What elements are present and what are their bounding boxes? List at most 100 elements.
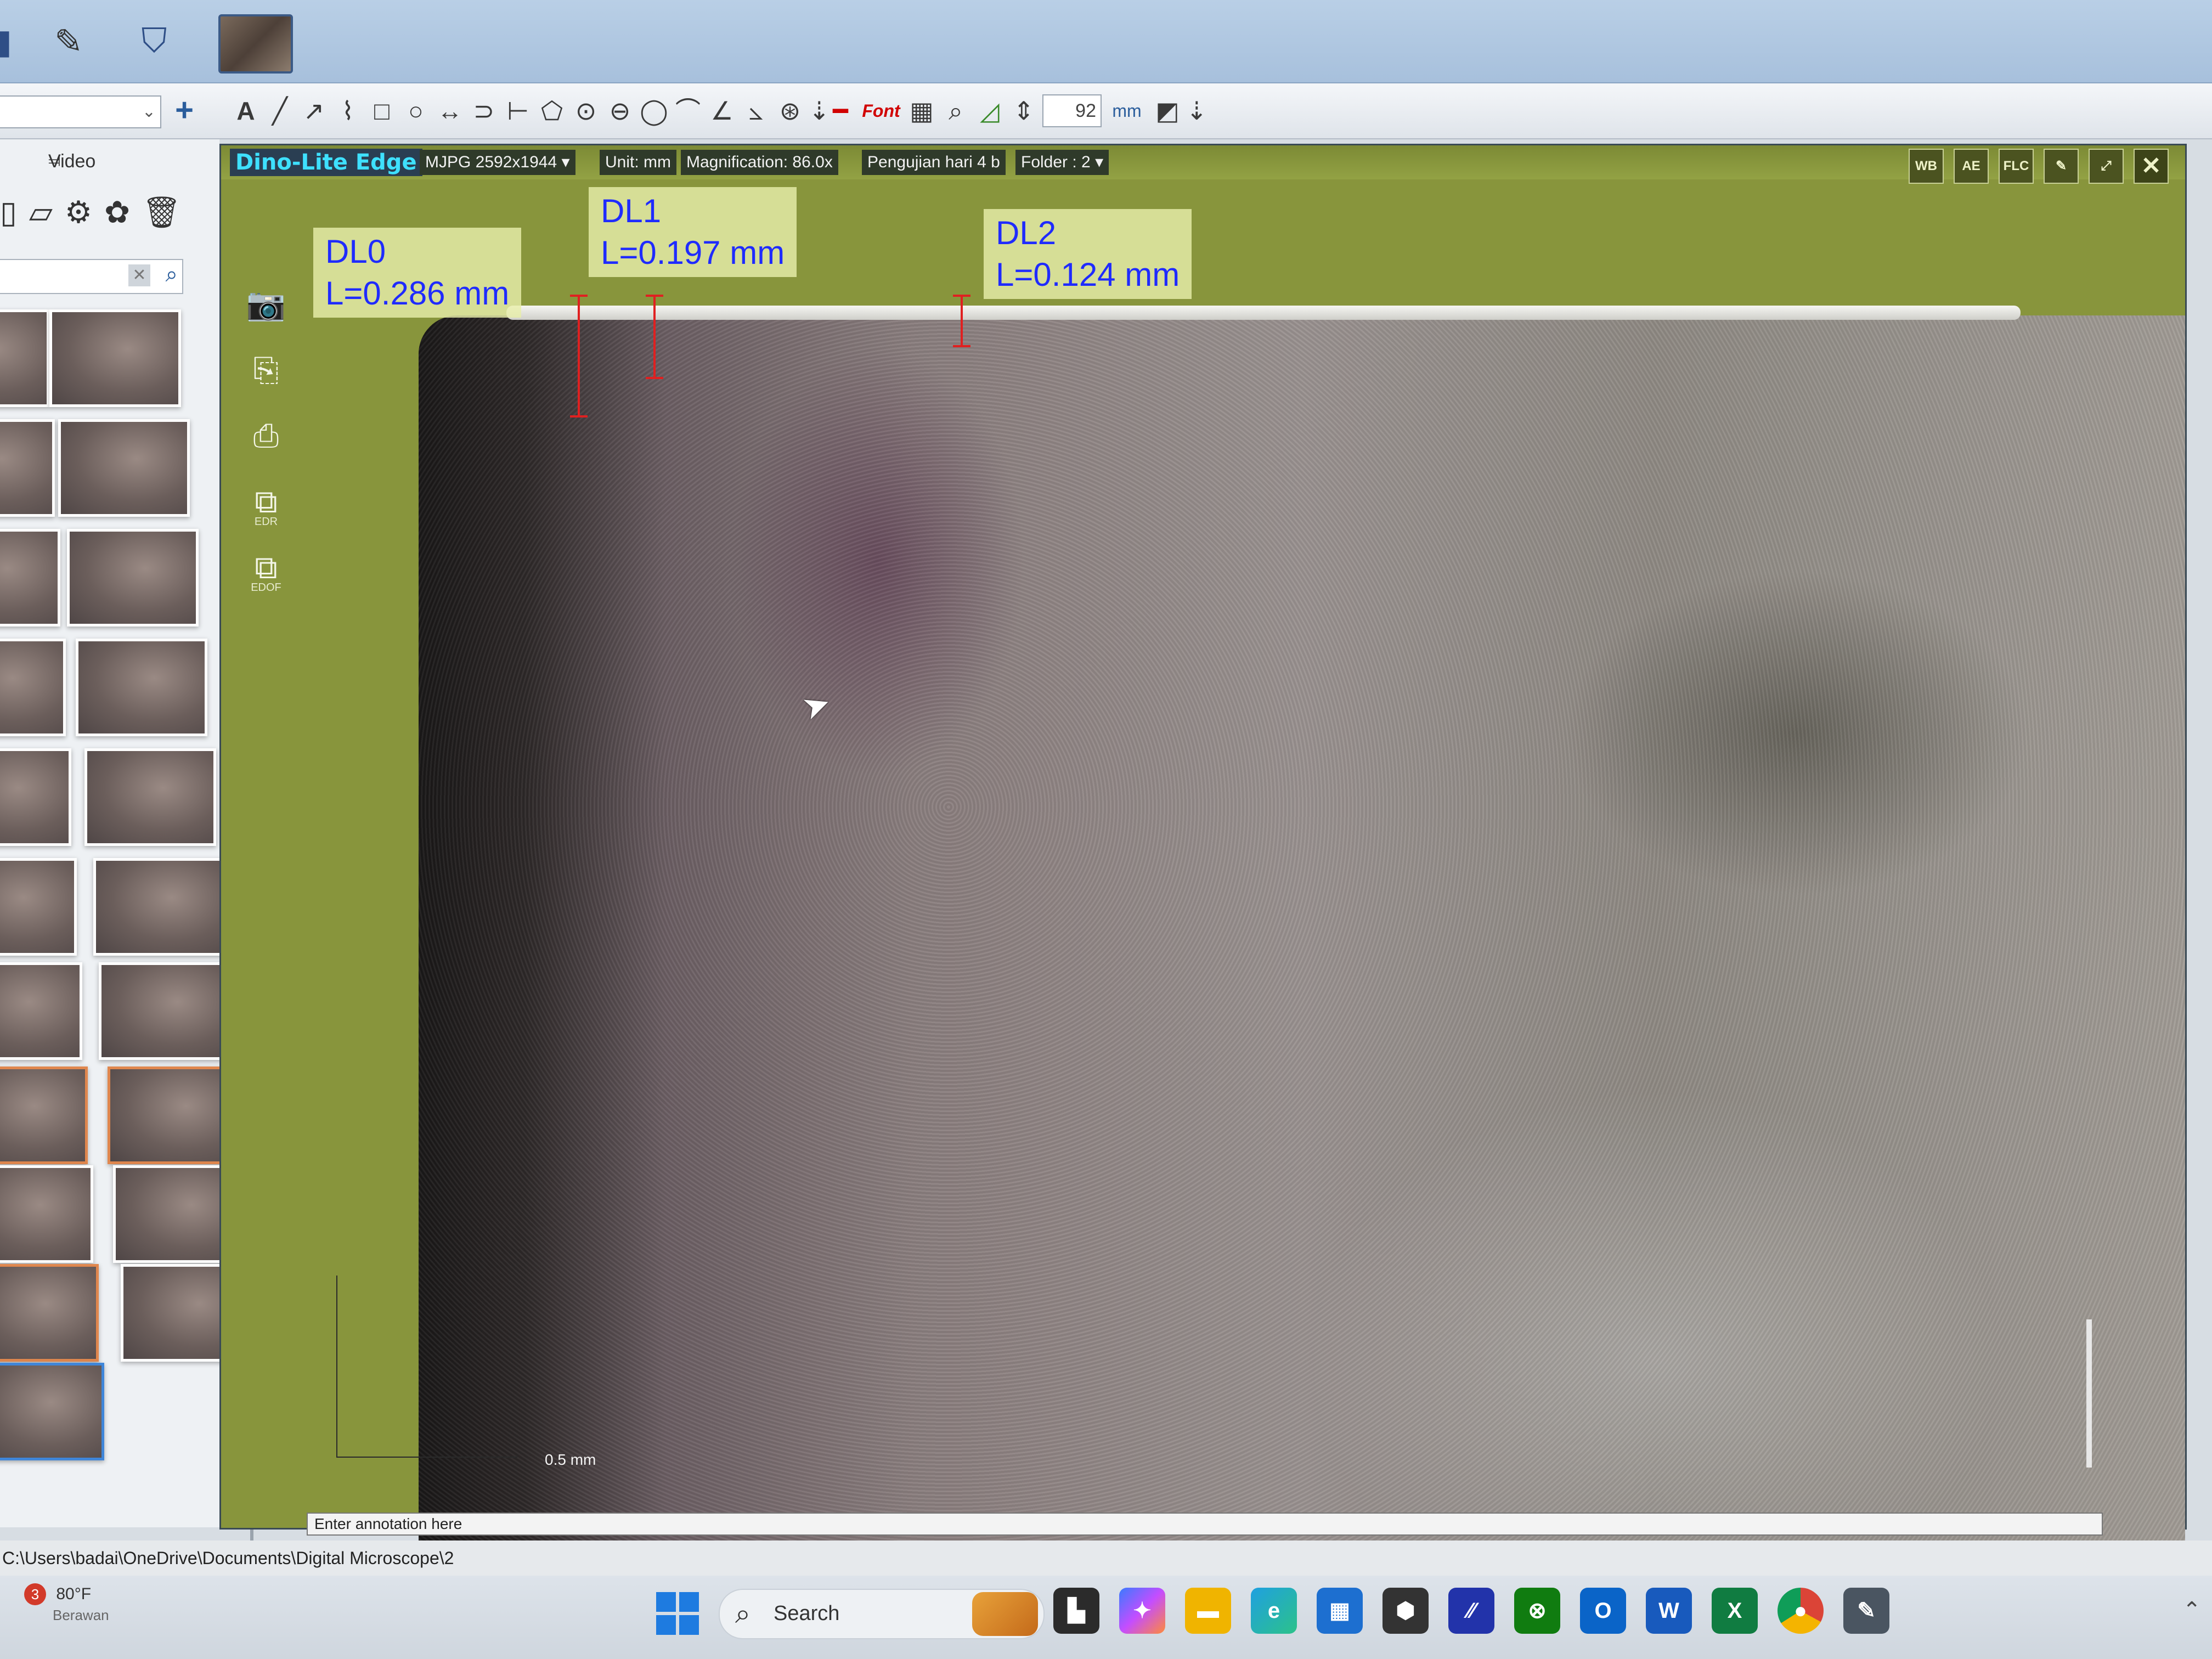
thumbnail[interactable] xyxy=(58,419,190,517)
auto-exposure-button[interactable]: AE xyxy=(1954,149,1989,184)
polyline-tool-icon[interactable]: ⌇ xyxy=(332,93,363,128)
shield-icon[interactable]: ⛉ xyxy=(129,16,179,66)
thumbnail[interactable] xyxy=(99,962,230,1060)
text-tool[interactable]: A xyxy=(230,93,261,128)
combo-select[interactable]: ⌄ xyxy=(0,95,161,128)
measurement-dl2[interactable]: DL2 L=0.124 mm xyxy=(984,209,1192,299)
thumbnail[interactable] xyxy=(93,858,225,956)
close-icon[interactable]: ✕ xyxy=(2134,149,2169,184)
arrow-tool-icon[interactable]: ↗ xyxy=(298,93,329,128)
image-thumb[interactable] xyxy=(218,14,293,74)
viewer-scrollbar[interactable] xyxy=(2086,1319,2092,1468)
measure-parallel-icon[interactable]: ⊢ xyxy=(503,93,533,128)
tray-chevron-icon[interactable]: ⌃ xyxy=(2182,1598,2201,1623)
white-balance-button[interactable]: WB xyxy=(1909,149,1944,184)
line-color-icon[interactable]: ━ xyxy=(825,93,856,128)
thumbnail[interactable] xyxy=(76,639,207,736)
thumbnail[interactable] xyxy=(84,748,216,846)
task-view-icon[interactable]: ▙ xyxy=(1053,1588,1099,1634)
annotation-input[interactable]: Enter annotation here xyxy=(307,1513,2103,1536)
edr-button[interactable]: ⧉ EDR xyxy=(244,480,288,527)
dl1-marker[interactable] xyxy=(646,295,663,379)
clear-icon[interactable]: ✕ xyxy=(128,264,150,286)
edge-icon[interactable]: e xyxy=(1251,1588,1297,1634)
folder-dropdown[interactable]: Folder : 2 ▾ xyxy=(1015,150,1109,175)
measure-angle-2-icon[interactable]: ⦣ xyxy=(741,93,771,128)
thumbnail[interactable] xyxy=(49,309,181,407)
fullscreen-icon[interactable]: ⤢ xyxy=(2089,149,2124,184)
measure-angle-icon[interactable]: ∠ xyxy=(707,93,737,128)
rectangle-tool-icon[interactable]: □ xyxy=(366,93,397,128)
chrome-icon[interactable]: ● xyxy=(1778,1588,1824,1634)
measurement-dl1[interactable]: DL1 L=0.197 mm xyxy=(589,187,797,277)
measure-center-icon[interactable]: ⊛ xyxy=(775,93,805,128)
xbox-icon[interactable]: ⊗ xyxy=(1514,1588,1560,1634)
dl0-marker[interactable] xyxy=(570,295,588,417)
measure-circle-icon[interactable]: ⊙ xyxy=(571,93,601,128)
ellipse-tool-icon[interactable]: ○ xyxy=(400,93,431,128)
thumbnail[interactable] xyxy=(0,858,77,956)
measure-polygon-icon[interactable]: ⬠ xyxy=(537,93,567,128)
measure-line-icon[interactable]: ↔ xyxy=(435,93,465,128)
camera-icon[interactable]: 📷 xyxy=(244,283,288,326)
thumbnail[interactable] xyxy=(0,962,82,1060)
measure-arc-icon[interactable]: ⌒ xyxy=(673,93,703,128)
thumbnail[interactable] xyxy=(0,1165,93,1263)
thumbnail[interactable] xyxy=(0,1066,88,1164)
taskbar-search[interactable]: ⌕ Search xyxy=(719,1589,1045,1639)
measure-polyline-icon[interactable]: ⊃ xyxy=(469,93,499,128)
line-tool-icon[interactable]: ╱ xyxy=(264,93,295,128)
unit-dropdown[interactable]: mm xyxy=(1105,93,1149,128)
timer-capture-icon[interactable]: ⎙ xyxy=(244,414,288,458)
measure-circle-2-icon[interactable]: ⊖ xyxy=(605,93,635,128)
trash-icon[interactable]: 🗑 xyxy=(142,194,181,230)
measure-circle-3-icon[interactable]: ◯ xyxy=(639,93,669,128)
weather-widget[interactable]: 3 80°F Berawan xyxy=(24,1583,109,1625)
calibrate-icon[interactable]: ◿ xyxy=(974,93,1005,128)
more-dropdown-icon[interactable]: ⇣ xyxy=(809,93,830,128)
thumbnail[interactable] xyxy=(0,639,66,736)
palette-icon[interactable]: ✿ xyxy=(104,194,130,230)
thumbnail-selected[interactable] xyxy=(0,1363,104,1460)
video-panel-header: Video ⫤ xyxy=(0,139,214,183)
app-icon[interactable]: ▮ xyxy=(0,16,27,66)
search-icon[interactable]: ⌕ xyxy=(166,262,178,287)
microscope-app-icon[interactable]: ✎ xyxy=(1843,1588,1889,1634)
copilot-icon[interactable]: ✦ xyxy=(1119,1588,1165,1634)
thumbnail[interactable] xyxy=(0,748,71,846)
wrench-icon[interactable]: ✎ xyxy=(2044,149,2079,184)
outlook-icon[interactable]: O xyxy=(1580,1588,1626,1634)
image-adjust-icon[interactable]: ◩ xyxy=(1152,93,1183,128)
zoom-icon[interactable]: ⌕ xyxy=(940,93,971,128)
add-icon[interactable]: + xyxy=(168,94,201,127)
measurement-dl0[interactable]: DL0 L=0.286 mm xyxy=(313,228,522,318)
app-blue-icon[interactable]: ⁄⁄ xyxy=(1448,1588,1494,1634)
settings-icon[interactable]: ⚙ xyxy=(65,194,92,230)
pin-icon[interactable]: ⫤ xyxy=(48,139,206,183)
spin-icon[interactable]: ⇕ xyxy=(1008,93,1039,128)
thumbnail[interactable] xyxy=(0,1264,99,1362)
start-button[interactable] xyxy=(656,1592,700,1636)
grid-icon[interactable]: ▦ xyxy=(906,93,937,128)
flc-button[interactable]: FLC xyxy=(1999,149,2034,184)
pen-icon[interactable]: ✎ xyxy=(44,16,93,66)
more-dropdown-2-icon[interactable]: ⇣ xyxy=(1186,93,1207,128)
thumbnail-search-input[interactable]: ✕ ⌕ xyxy=(0,259,183,294)
open-icon[interactable]: ▯ xyxy=(0,194,17,230)
file-explorer-icon[interactable]: ▬ xyxy=(1185,1588,1231,1634)
tag-icon[interactable]: ▱ xyxy=(29,194,53,230)
edof-button[interactable]: ⧉ EDOF xyxy=(244,546,288,593)
store-icon[interactable]: ▦ xyxy=(1317,1588,1363,1634)
font-tool[interactable]: Font xyxy=(859,93,903,128)
app-cube-icon[interactable]: ⬢ xyxy=(1383,1588,1429,1634)
excel-icon[interactable]: X xyxy=(1712,1588,1758,1634)
thumbnail[interactable] xyxy=(0,419,55,517)
dl2-marker[interactable] xyxy=(953,295,970,347)
thumbnail[interactable] xyxy=(0,529,60,627)
resolution-dropdown[interactable]: MJPG 2592x1944 ▾ xyxy=(420,150,575,175)
thumbnail[interactable] xyxy=(0,309,49,407)
word-icon[interactable]: W xyxy=(1646,1588,1692,1634)
video-capture-icon[interactable]: ⎘ xyxy=(244,348,288,392)
zoom-field[interactable]: 92 xyxy=(1042,94,1102,127)
thumbnail[interactable] xyxy=(67,529,199,627)
